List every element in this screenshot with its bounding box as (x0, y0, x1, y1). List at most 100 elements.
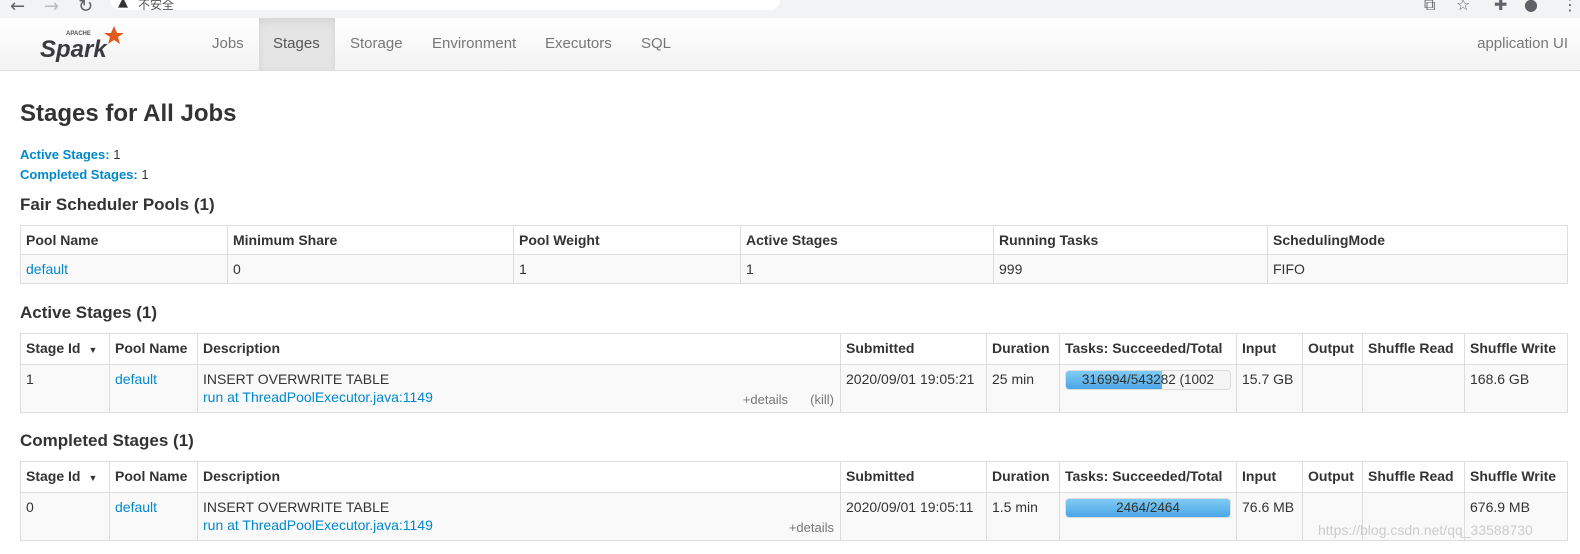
col-active-stages[interactable]: Active Stages (740, 225, 994, 255)
pools-table: Pool Name Minimum Share Pool Weight Acti… (20, 225, 1568, 284)
pool-default-link[interactable]: default (115, 371, 157, 387)
cell-shuffle-write: 168.6 GB (1464, 364, 1568, 413)
table-header-row: Pool Name Minimum Share Pool Weight Acti… (20, 225, 1568, 255)
warning-icon: ▲ (118, 0, 128, 10)
cell-submitted: 2020/09/01 19:05:21 (840, 364, 987, 413)
col-stage-id[interactable]: Stage Id ▼ (20, 333, 110, 365)
col-input[interactable]: Input (1236, 333, 1303, 365)
sort-down-icon: ▼ (88, 473, 98, 483)
details-toggle[interactable]: +details (789, 520, 834, 535)
active-stages-heading[interactable]: Active Stages (1) (20, 303, 157, 323)
details-toggle[interactable]: +details (743, 392, 788, 407)
tab-executors-label: Executors (545, 35, 612, 52)
cell-stage-id: 0 (20, 492, 110, 541)
col-duration[interactable]: Duration (986, 333, 1060, 365)
cell-description: INSERT OVERWRITE TABLE run at ThreadPool… (197, 492, 841, 541)
tab-sql-label: SQL (641, 35, 672, 52)
col-submitted[interactable]: Submitted (840, 461, 987, 493)
col-tasks[interactable]: Tasks: Succeeded/Total (1059, 333, 1237, 365)
col-stage-id-label: Stage Id (26, 468, 81, 484)
completed-stages-link[interactable]: Completed Stages: (20, 167, 138, 182)
tasks-progress-bar: 2464/2464 (1065, 498, 1231, 518)
tab-executors[interactable]: Executors (531, 18, 626, 70)
extensions-icon[interactable]: ✚ (1494, 0, 1507, 14)
cell-description: INSERT OVERWRITE TABLE run at ThreadPool… (197, 364, 841, 413)
col-duration[interactable]: Duration (986, 461, 1060, 493)
tab-storage-label: Storage (350, 35, 403, 52)
cell-scheduling-mode: FIFO (1267, 254, 1568, 284)
table-row: 1 default INSERT OVERWRITE TABLE run at … (20, 364, 1568, 413)
cell-active-stages: 1 (740, 254, 994, 284)
col-description[interactable]: Description (197, 461, 841, 493)
page-title: Stages for All Jobs (20, 100, 237, 127)
back-arrow-icon[interactable]: ← (10, 0, 25, 17)
col-scheduling-mode[interactable]: SchedulingMode (1267, 225, 1568, 255)
tab-environment[interactable]: Environment (418, 18, 530, 70)
col-pool-name[interactable]: Pool Name (20, 225, 228, 255)
col-shuffle-read[interactable]: Shuffle Read (1362, 333, 1465, 365)
tab-stages-label: Stages (273, 35, 320, 52)
summary-completed-stages: Completed Stages: 1 (20, 167, 149, 182)
col-minimum-share[interactable]: Minimum Share (227, 225, 514, 255)
col-pool-name[interactable]: Pool Name (109, 333, 198, 365)
col-stage-id[interactable]: Stage Id ▼ (20, 461, 110, 493)
active-stages-count: 1 (113, 147, 121, 162)
col-running-tasks[interactable]: Running Tasks (993, 225, 1268, 255)
col-tasks[interactable]: Tasks: Succeeded/Total (1059, 461, 1237, 493)
pools-heading[interactable]: Fair Scheduler Pools (1) (20, 195, 215, 215)
col-pool-weight[interactable]: Pool Weight (513, 225, 741, 255)
pool-default-link[interactable]: default (26, 261, 68, 277)
table-header-row: Stage Id ▼ Pool Name Description Submitte… (20, 461, 1568, 493)
cell-duration: 25 min (986, 364, 1060, 413)
col-pool-name[interactable]: Pool Name (109, 461, 198, 493)
tab-jobs[interactable]: Jobs (198, 18, 258, 70)
tasks-progress-bar: 316994/543282 (1002 (1065, 370, 1231, 390)
tab-stages[interactable]: Stages (259, 18, 335, 70)
cell-tasks: 316994/543282 (1002 (1059, 364, 1237, 413)
browser-toolbar: ← → ↻ ▲ 不安全 ⧉ ☆ ✚ ● ⋮ (0, 0, 1580, 18)
col-shuffle-write[interactable]: Shuffle Write (1464, 333, 1568, 365)
cell-duration: 1.5 min (986, 492, 1060, 541)
active-stages-table: Stage Id ▼ Pool Name Description Submitte… (20, 333, 1568, 413)
application-ui-label: application UI (1477, 35, 1568, 52)
completed-stages-heading[interactable]: Completed Stages (1) (20, 431, 194, 451)
kill-link[interactable]: (kill) (810, 392, 834, 407)
tab-jobs-label: Jobs (212, 35, 244, 52)
description-text: INSERT OVERWRITE TABLE (203, 499, 390, 515)
security-warning: 不安全 (138, 0, 175, 12)
spark-navbar: APACHE Spark Jobs Stages Storage Environ… (0, 18, 1580, 71)
watermark: https://blog.csdn.net/qq_33588730 (1318, 522, 1533, 538)
tab-environment-label: Environment (432, 35, 517, 52)
col-description[interactable]: Description (197, 333, 841, 365)
tab-storage[interactable]: Storage (336, 18, 417, 70)
cell-running-tasks: 999 (993, 254, 1268, 284)
col-submitted[interactable]: Submitted (840, 333, 987, 365)
spark-logo[interactable]: APACHE Spark (36, 22, 146, 66)
cell-tasks: 2464/2464 (1059, 492, 1237, 541)
col-input[interactable]: Input (1236, 461, 1303, 493)
forward-arrow-icon[interactable]: → (44, 0, 59, 17)
pool-default-link[interactable]: default (115, 499, 157, 515)
col-output[interactable]: Output (1302, 333, 1363, 365)
translate-icon[interactable]: ⧉ (1424, 0, 1435, 15)
profile-icon[interactable]: ● (1524, 0, 1538, 14)
menu-icon[interactable]: ⋮ (1562, 0, 1578, 14)
stage-detail-link[interactable]: run at ThreadPoolExecutor.java:1149 (203, 516, 835, 534)
progress-text: 2464/2464 (1116, 500, 1180, 515)
progress-text: 316994/543282 (1002 (1081, 372, 1215, 387)
cell-stage-id: 1 (20, 364, 110, 413)
reload-icon[interactable]: ↻ (78, 0, 93, 17)
cell-output (1302, 364, 1363, 413)
star-icon[interactable]: ☆ (1456, 0, 1470, 14)
col-output[interactable]: Output (1302, 461, 1363, 493)
description-text: INSERT OVERWRITE TABLE (203, 371, 390, 387)
cell-input: 15.7 GB (1236, 364, 1303, 413)
cell-pool-weight: 1 (513, 254, 741, 284)
active-stages-link[interactable]: Active Stages: (20, 147, 110, 162)
stage-detail-link[interactable]: run at ThreadPoolExecutor.java:1149 (203, 388, 835, 406)
col-shuffle-write[interactable]: Shuffle Write (1464, 461, 1568, 493)
col-shuffle-read[interactable]: Shuffle Read (1362, 461, 1465, 493)
address-bar[interactable] (110, 0, 780, 10)
tab-sql[interactable]: SQL (627, 18, 685, 70)
cell-submitted: 2020/09/01 19:05:11 (840, 492, 987, 541)
